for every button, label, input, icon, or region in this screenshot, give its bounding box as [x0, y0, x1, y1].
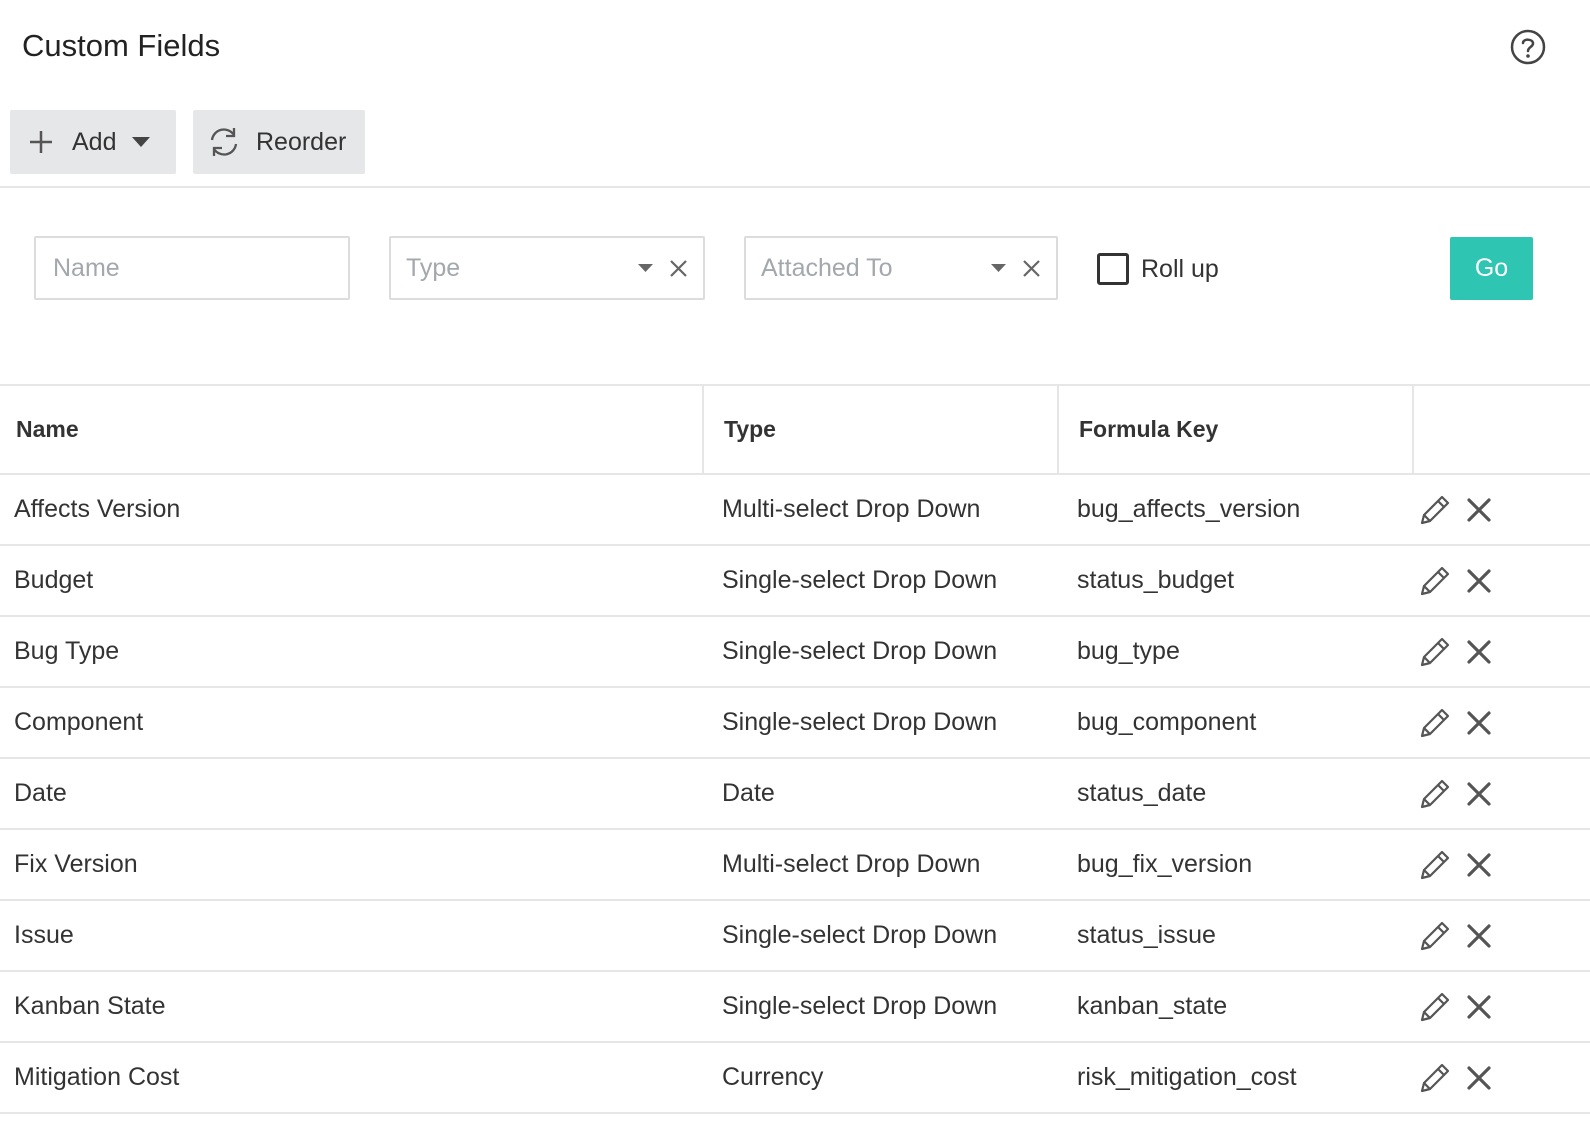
row-actions: [1418, 901, 1492, 970]
edit-pencil-icon[interactable]: [1418, 493, 1452, 527]
field-formula-key: bug_type: [1077, 637, 1180, 665]
clear-icon[interactable]: [1023, 260, 1040, 277]
field-name: Fix Version: [14, 850, 138, 878]
reorder-button[interactable]: Reorder: [193, 110, 365, 174]
type-filter-select[interactable]: Type: [389, 236, 705, 300]
field-formula-key: bug_component: [1077, 708, 1257, 736]
column-header-formula-key[interactable]: Formula Key: [1059, 386, 1414, 473]
table-header: Name Type Formula Key: [0, 386, 1590, 475]
field-formula-key: kanban_state: [1077, 992, 1228, 1020]
table-row: Affects Version Multi-select Drop Down bug…: [0, 475, 1590, 546]
table-row: Bug Type Single-select Drop Down bug_type: [0, 617, 1590, 688]
delete-x-icon[interactable]: [1466, 497, 1492, 523]
field-name: Bug Type: [14, 637, 120, 665]
page-title: Custom Fields: [22, 28, 221, 63]
row-actions: [1418, 475, 1492, 544]
table-row: Issue Single-select Drop Down status_issue: [0, 901, 1590, 972]
field-formula-key: status_issue: [1077, 921, 1216, 949]
plus-icon: [30, 131, 52, 153]
filter-bar: Type Attached To: [0, 188, 1590, 386]
custom-fields-table: Name Type Formula Key Affects Version Mul…: [0, 386, 1590, 1114]
field-name: Date: [14, 779, 67, 807]
reorder-button-label: Reorder: [256, 127, 347, 156]
caret-down-icon: [991, 264, 1006, 272]
table-row: Date Date status_date: [0, 759, 1590, 830]
delete-x-icon[interactable]: [1466, 923, 1492, 949]
table-row: Kanban State Single-select Drop Down kanba…: [0, 972, 1590, 1043]
attached-to-filter-select[interactable]: Attached To: [744, 236, 1058, 300]
field-type: Single-select Drop Down: [722, 637, 998, 665]
edit-pencil-icon[interactable]: [1418, 777, 1452, 811]
field-name: Budget: [14, 566, 94, 594]
edit-pencil-icon[interactable]: [1418, 990, 1452, 1024]
edit-pencil-icon[interactable]: [1418, 635, 1452, 669]
delete-x-icon[interactable]: [1466, 781, 1492, 807]
delete-x-icon[interactable]: [1466, 852, 1492, 878]
add-button-label: Add: [72, 127, 117, 156]
row-actions: [1418, 617, 1492, 686]
field-formula-key: bug_fix_version: [1077, 850, 1253, 878]
caret-down-icon: [132, 136, 151, 147]
field-name: Mitigation Cost: [14, 1063, 180, 1091]
field-name: Component: [14, 708, 144, 736]
field-formula-key: status_date: [1077, 779, 1207, 807]
edit-pencil-icon[interactable]: [1418, 848, 1452, 882]
column-header-actions: [1414, 386, 1590, 473]
field-formula-key: bug_affects_version: [1077, 495, 1301, 523]
clear-icon[interactable]: [670, 260, 687, 277]
field-type: Single-select Drop Down: [722, 921, 998, 949]
field-type: Multi-select Drop Down: [722, 495, 981, 523]
table-row: Budget Single-select Drop Down status_budg…: [0, 546, 1590, 617]
name-filter[interactable]: [34, 236, 350, 300]
delete-x-icon[interactable]: [1466, 639, 1492, 665]
attached-to-placeholder: Attached To: [761, 253, 893, 282]
row-actions: [1418, 1043, 1492, 1112]
field-type: Multi-select Drop Down: [722, 850, 981, 878]
rollup-checkbox[interactable]: [1097, 253, 1129, 285]
edit-pencil-icon[interactable]: [1418, 1061, 1452, 1095]
edit-pencil-icon[interactable]: [1418, 706, 1452, 740]
field-name: Issue: [14, 921, 74, 949]
field-formula-key: status_budget: [1077, 566, 1235, 594]
field-name: Affects Version: [14, 495, 181, 523]
field-type: Single-select Drop Down: [722, 566, 998, 594]
field-type: Single-select Drop Down: [722, 708, 998, 736]
field-name: Kanban State: [14, 992, 166, 1020]
edit-pencil-icon[interactable]: [1418, 564, 1452, 598]
row-actions: [1418, 688, 1492, 757]
row-actions: [1418, 972, 1492, 1041]
row-actions: [1418, 546, 1492, 615]
table-body: Affects Version Multi-select Drop Down bug…: [0, 475, 1590, 1114]
field-type: Currency: [722, 1063, 824, 1091]
rollup-label: Roll up: [1141, 254, 1219, 283]
type-filter-placeholder: Type: [406, 253, 461, 282]
field-type: Date: [722, 779, 775, 807]
toolbar: Add Reorder: [0, 110, 1590, 188]
go-button[interactable]: Go: [1450, 237, 1533, 300]
column-header-type[interactable]: Type: [704, 386, 1059, 473]
delete-x-icon[interactable]: [1466, 994, 1492, 1020]
delete-x-icon[interactable]: [1466, 568, 1492, 594]
table-row: Component Single-select Drop Down bug_comp…: [0, 688, 1590, 759]
column-header-name[interactable]: Name: [0, 386, 704, 473]
table-row: Mitigation Cost Currency risk_mitigation_c…: [0, 1043, 1590, 1114]
sync-icon: [210, 128, 238, 156]
page-header: Custom Fields: [0, 0, 1590, 96]
caret-down-icon: [638, 264, 653, 272]
name-filter-input[interactable]: [51, 252, 348, 284]
add-button[interactable]: Add: [10, 110, 176, 174]
field-type: Single-select Drop Down: [722, 992, 998, 1020]
table-row: Fix Version Multi-select Drop Down bug_fix…: [0, 830, 1590, 901]
row-actions: [1418, 830, 1492, 899]
edit-pencil-icon[interactable]: [1418, 919, 1452, 953]
delete-x-icon[interactable]: [1466, 1065, 1492, 1091]
rollup-option[interactable]: Roll up: [1097, 252, 1219, 286]
help-icon[interactable]: [1509, 28, 1547, 66]
row-actions: [1418, 759, 1492, 828]
delete-x-icon[interactable]: [1466, 710, 1492, 736]
field-formula-key: risk_mitigation_cost: [1077, 1063, 1297, 1091]
